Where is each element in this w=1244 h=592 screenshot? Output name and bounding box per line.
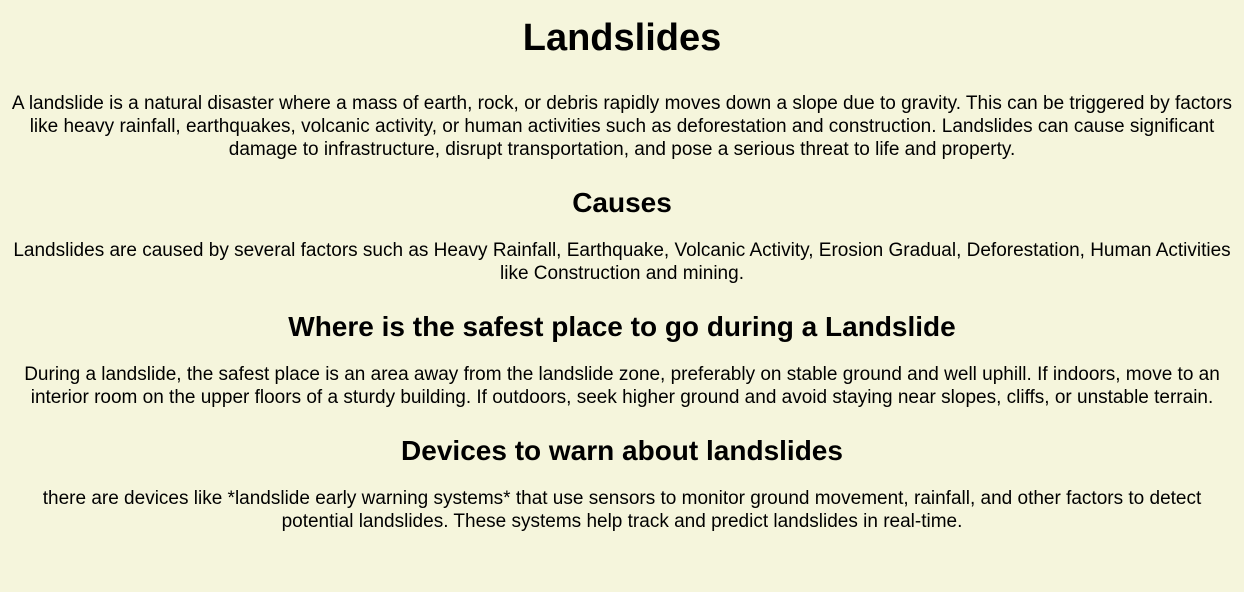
safest-place-paragraph: During a landslide, the safest place is … bbox=[24, 364, 1220, 408]
intro-paragraph: A landslide is a natural disaster where … bbox=[11, 93, 1233, 160]
warning-devices-heading: Devices to warn about landslides bbox=[401, 435, 843, 466]
safest-place-heading: Where is the safest place to go during a… bbox=[288, 311, 956, 342]
causes-paragraph: Landslides are caused by several factors… bbox=[13, 240, 1231, 284]
page-content: Landslides A landslide is a natural disa… bbox=[0, 14, 1244, 533]
causes-heading: Causes bbox=[572, 187, 672, 218]
page-title: Landslides bbox=[522, 17, 722, 59]
warning-devices-paragraph: there are devices like *landslide early … bbox=[42, 488, 1202, 532]
